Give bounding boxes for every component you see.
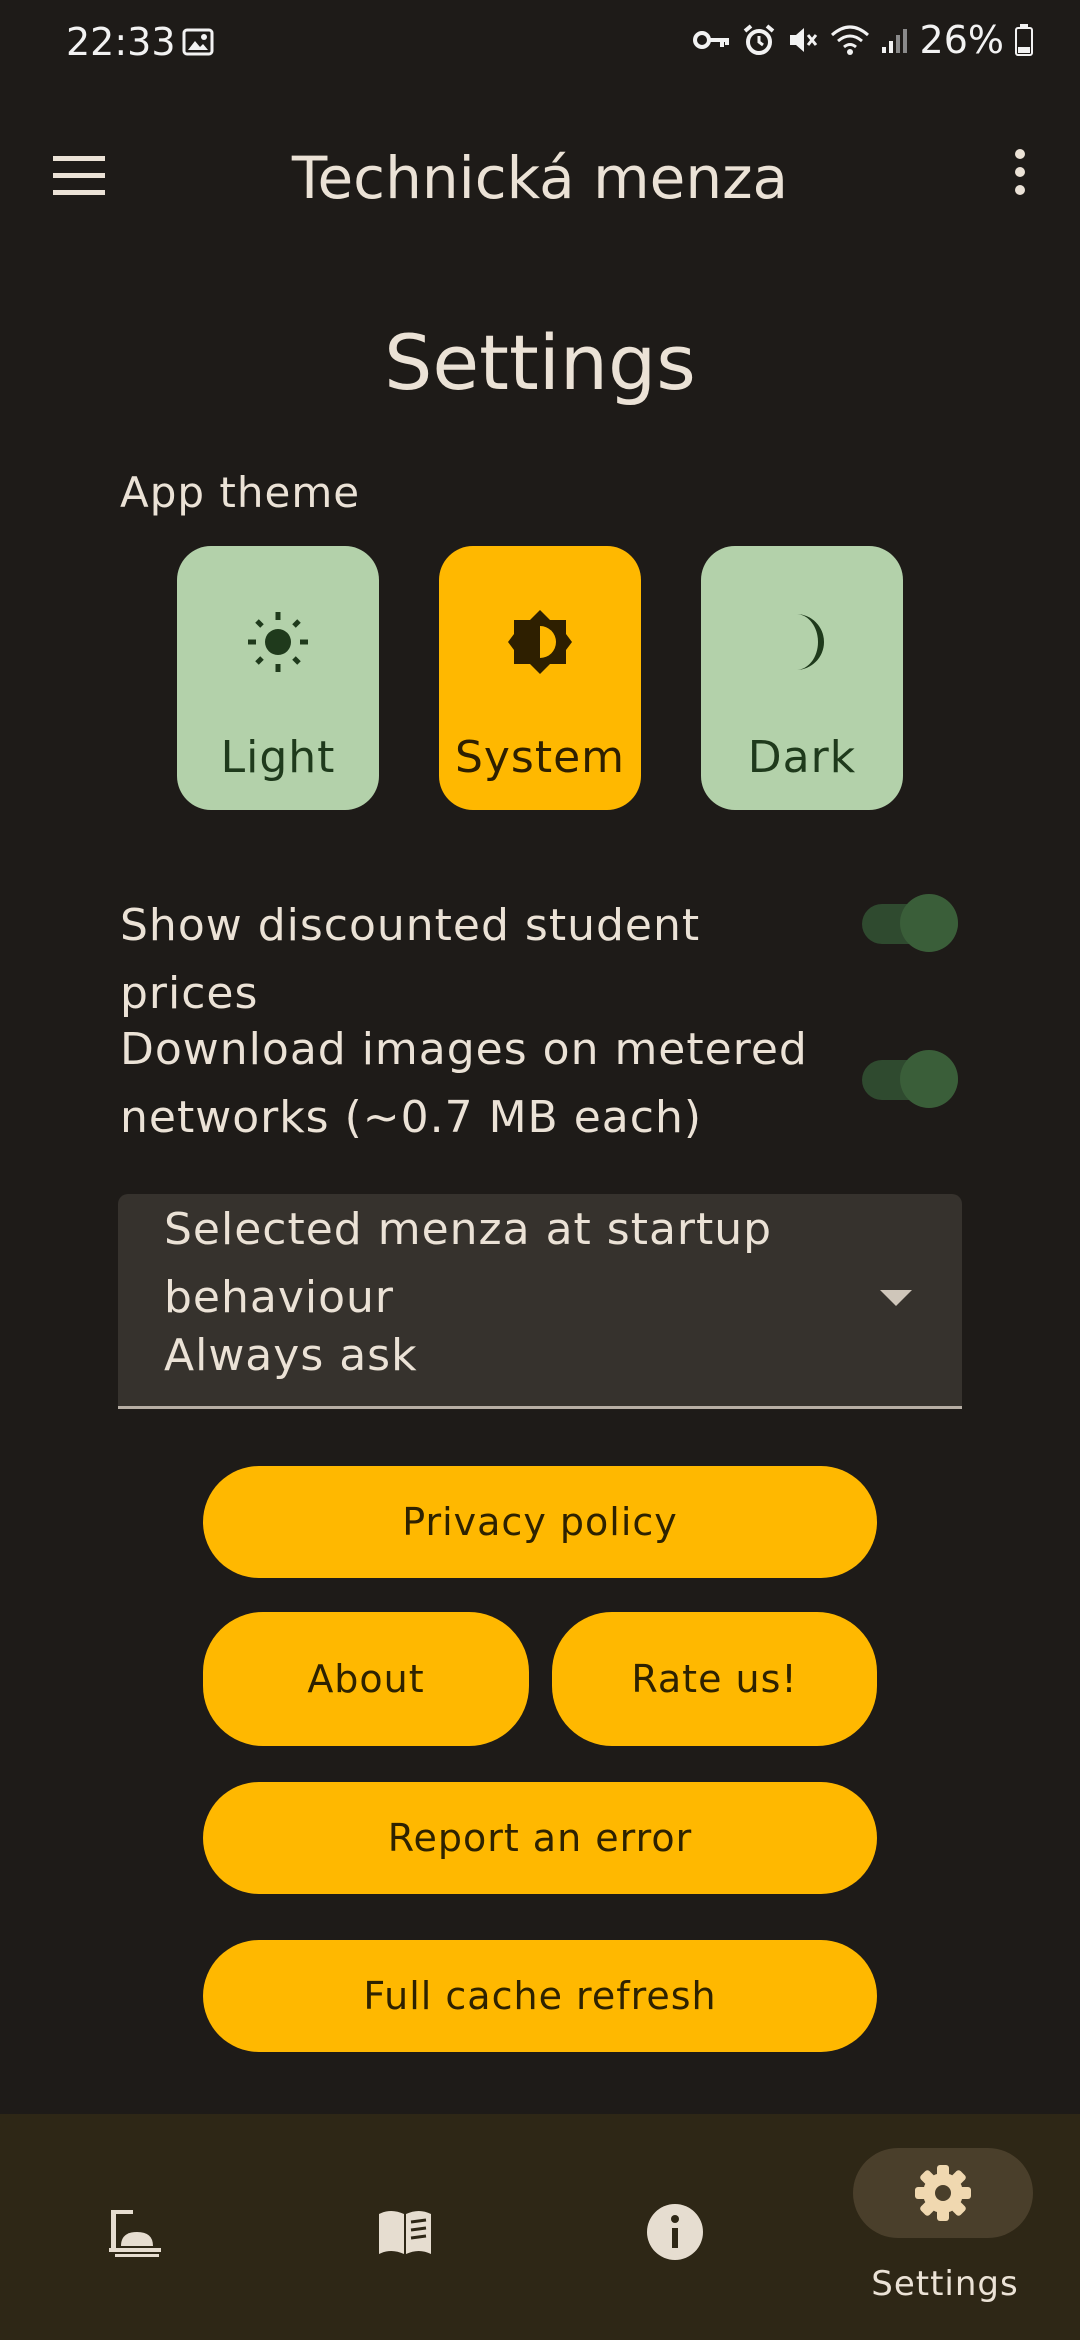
nav-item-menu[interactable] (305, 2114, 505, 2340)
theme-system-label: System (454, 732, 626, 783)
theme-dark-button[interactable]: Dark (701, 546, 903, 810)
app-title: Technická menza (291, 144, 789, 212)
rate-us-button[interactable]: Rate us! (552, 1612, 877, 1746)
theme-system-button[interactable]: System (439, 546, 641, 810)
metered-images-setting: Download images on metered networks (~0.… (120, 1016, 960, 1152)
page-title: Settings (384, 318, 696, 407)
status-bar: 22:33 26% (0, 0, 1080, 88)
vpn-key-icon (692, 31, 729, 49)
nav-item-menza[interactable] (35, 2114, 235, 2340)
image-icon (182, 28, 214, 56)
bottom-nav: Settings (0, 2114, 1080, 2340)
wifi-icon (830, 25, 869, 55)
status-icons: 26% (692, 18, 1034, 62)
about-button[interactable]: About (203, 1612, 529, 1746)
report-error-button[interactable]: Report an error (203, 1782, 877, 1894)
menu-book-icon (379, 2211, 431, 2254)
nav-active-indicator (853, 2148, 1033, 2238)
dropdown-value: Always ask (164, 1330, 418, 1381)
info-icon (647, 2204, 703, 2260)
privacy-policy-button[interactable]: Privacy policy (203, 1466, 877, 1578)
more-vert-icon[interactable] (990, 146, 1050, 206)
nav-item-settings[interactable]: Settings (845, 2114, 1045, 2340)
status-time: 22:33 (66, 20, 176, 64)
nav-label-settings: Settings (871, 2264, 1019, 2304)
metered-images-label: Download images on metered networks (~0.… (120, 1024, 808, 1143)
nav-item-info[interactable] (575, 2114, 775, 2340)
dropdown-arrow-icon (880, 1290, 912, 1306)
alarm-icon (743, 24, 774, 55)
dropdown-label: Selected menza at startup behaviour (164, 1204, 773, 1323)
battery-icon (1015, 24, 1033, 56)
switch-thumb (900, 894, 958, 952)
theme-options: Light System Dark (177, 546, 903, 810)
food-tray-icon (109, 2210, 161, 2257)
student-prices-setting: Show discounted student prices (120, 892, 960, 1028)
gear-icon (915, 2165, 971, 2221)
sun-icon (248, 612, 308, 672)
startup-behaviour-dropdown[interactable]: Selected menza at startup behaviour Alwa… (118, 1194, 962, 1409)
theme-light-button[interactable]: Light (177, 546, 379, 810)
app-bar: Technická menza (0, 110, 1080, 240)
theme-light-label: Light (220, 732, 336, 783)
battery-percent: 26% (919, 18, 1004, 62)
student-prices-switch[interactable] (862, 894, 958, 952)
app-theme-label: App theme (120, 468, 361, 517)
theme-dark-label: Dark (747, 732, 857, 783)
student-prices-label: Show discounted student prices (120, 900, 701, 1019)
switch-thumb (900, 1050, 958, 1108)
cache-refresh-button[interactable]: Full cache refresh (203, 1940, 877, 2052)
mute-icon (789, 28, 817, 52)
moon-icon (796, 614, 824, 670)
metered-images-switch[interactable] (862, 1050, 958, 1108)
signal-icon (881, 29, 907, 53)
auto-brightness-icon (508, 610, 572, 674)
